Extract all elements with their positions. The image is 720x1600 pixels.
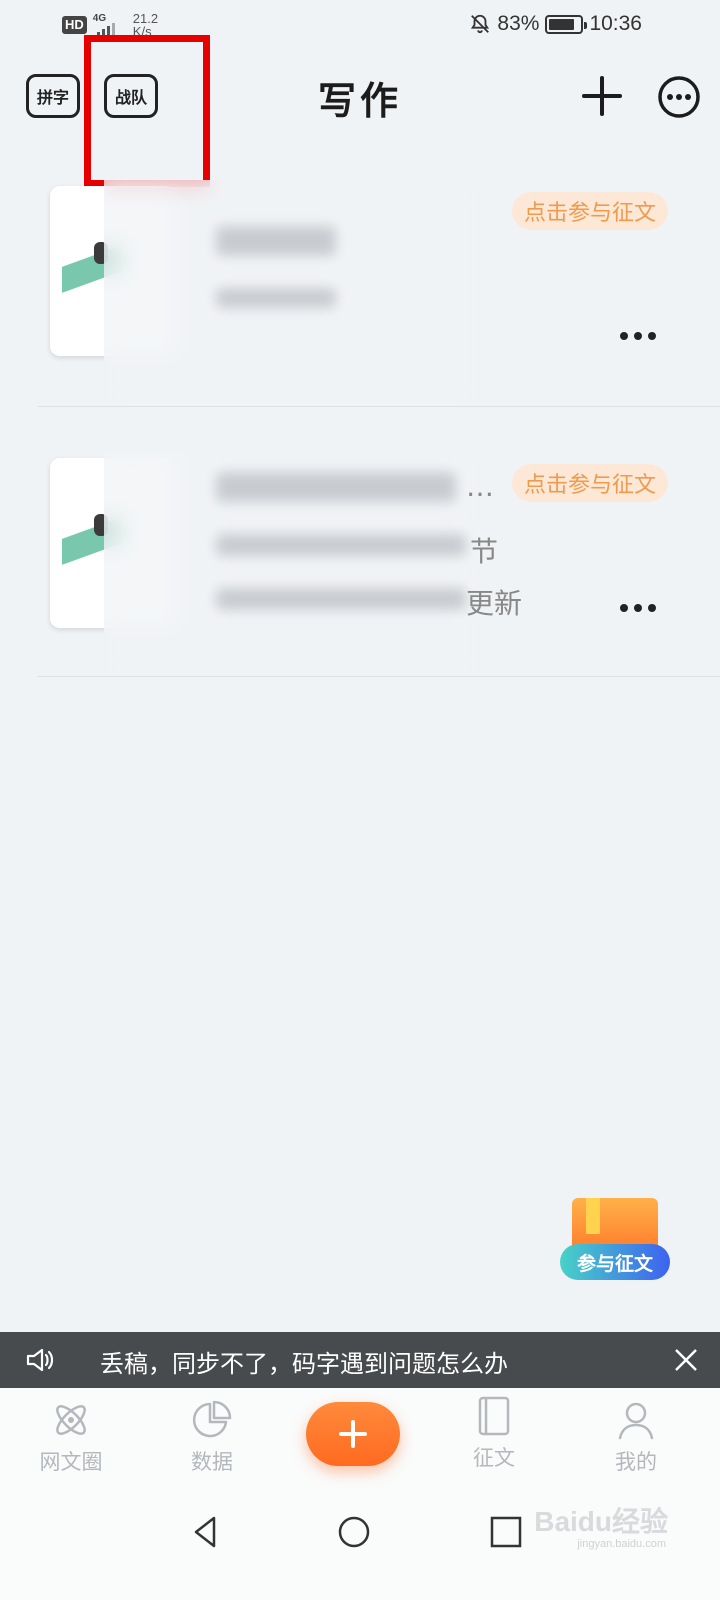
nav-label: 数据 [191,1450,233,1474]
notice-text[interactable]: 丢稿，同步不了，码字遇到问题怎么办 [100,1344,508,1379]
recent-apps-icon[interactable] [484,1510,528,1554]
user-icon [618,1402,654,1440]
book-icon [478,1396,510,1436]
bell-off-icon [471,14,490,34]
pie-chart-icon [192,1400,232,1438]
nav-item-contest[interactable]: 征文 [444,1394,544,1472]
atom-icon [56,1405,86,1435]
more-options-icon[interactable] [656,74,702,120]
campaign-badge[interactable]: 点击参与征文 [511,192,668,230]
nav-label: 网文圈 [39,1450,103,1474]
title-fragment: … [466,470,494,503]
card-more-icon[interactable] [620,332,656,342]
blurred-content [104,452,480,684]
divider [38,676,720,677]
plus-icon [339,1420,367,1448]
nav-label: 征文 [473,1446,515,1470]
clock: 10:36 [589,12,642,35]
blurred-content [104,180,480,412]
watermark-logo: Baidu经验 [534,1506,668,1537]
home-icon[interactable] [332,1510,376,1554]
campaign-badge[interactable]: 点击参与征文 [511,464,668,502]
speed-unit: K/s [132,24,152,39]
nav-item-mine[interactable]: 我的 [586,1398,686,1476]
nav-item-data[interactable]: 数据 [162,1398,262,1476]
book-card[interactable]: 点击参与征文 [0,180,720,450]
join-contest-promo[interactable]: 参与征文 [560,1198,672,1284]
bookmark-ribbon [586,1198,600,1234]
subtitle-fragment: 节 [470,535,499,568]
bottom-nav: 网文圈 数据 征文 我的 [0,1388,720,1488]
status-right: 83% 10:36 [469,12,642,36]
header: 拼字 战队 写作 [0,60,720,140]
status-left: HD 4G 21.2 K/s [62,12,167,38]
card-more-icon[interactable] [620,604,656,614]
create-button[interactable] [306,1402,400,1466]
close-icon[interactable] [672,1346,700,1374]
add-icon[interactable] [580,74,624,118]
battery-percent: 83% [497,12,540,35]
hd-badge: HD [62,16,87,34]
divider [38,406,720,407]
system-nav: Baidu经验 jingyan.baidu.com [0,1488,720,1600]
status-bar: HD 4G 21.2 K/s 83% 10:36 [0,0,720,52]
promo-label: 参与征文 [560,1244,670,1280]
nav-label: 我的 [615,1450,657,1474]
notice-bar[interactable]: 丢稿，同步不了，码字遇到问题怎么办 [0,1332,720,1388]
speaker-icon [26,1348,54,1372]
watermark-url: jingyan.baidu.com [577,1538,666,1550]
nav-item-circle[interactable]: 网文圈 [21,1398,121,1476]
update-fragment: 更新 [466,587,523,620]
battery-icon [545,14,588,34]
back-icon[interactable] [184,1510,228,1554]
signal-icon: 4G [93,13,127,37]
network-speed: 21.2 K/s [133,12,167,38]
book-card[interactable]: … 节 更新 点击参与征文 [0,452,720,722]
